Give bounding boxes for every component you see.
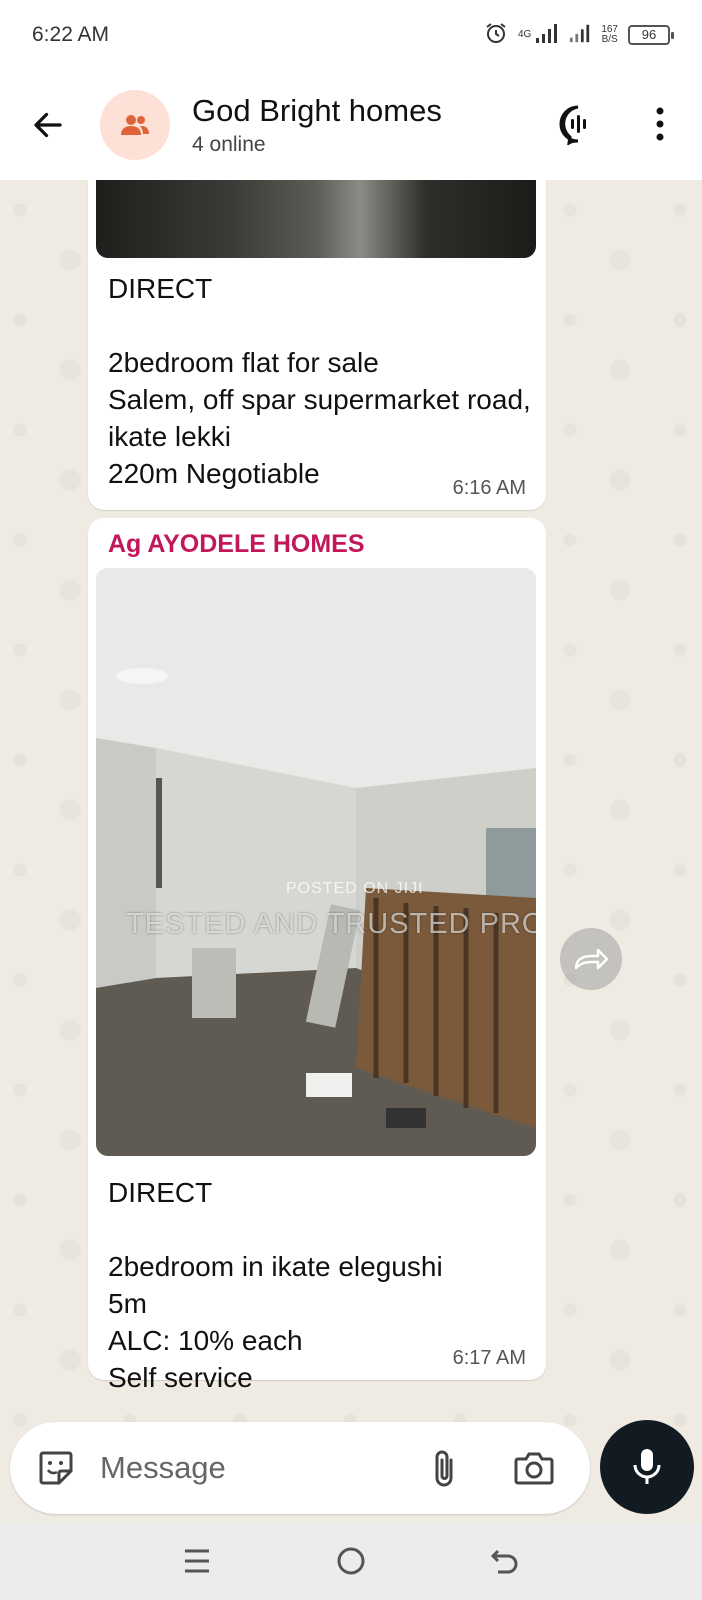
camera-icon <box>514 1452 554 1485</box>
voice-chat-icon <box>559 105 586 145</box>
more-options-button[interactable] <box>640 100 680 148</box>
signal-icon <box>535 22 559 49</box>
message-time: 6:17 AM <box>452 1347 526 1369</box>
group-icon <box>121 115 149 135</box>
voice-record-button[interactable] <box>600 1420 694 1514</box>
chat-title-block[interactable]: God Bright homes 4 online <box>192 93 442 157</box>
group-avatar[interactable] <box>100 90 170 160</box>
nav-back-button[interactable] <box>485 1541 525 1581</box>
message-text: DIRECT 2bedroom in ikate elegushi 5m ALC… <box>108 1177 443 1393</box>
sticker-button[interactable] <box>32 1444 80 1492</box>
paperclip-icon <box>435 1450 453 1487</box>
back-button[interactable] <box>22 99 74 151</box>
message-time: 6:16 AM <box>452 477 526 499</box>
network-type-label: 4G <box>517 29 532 40</box>
message-photo[interactable] <box>96 180 536 258</box>
sender-name[interactable]: Ag AYODELE HOMES <box>108 530 365 559</box>
network-type: 4G <box>518 30 531 40</box>
alarm-icon <box>484 21 508 50</box>
online-count: 4 online <box>192 133 266 156</box>
system-nav-bar <box>0 1522 702 1600</box>
home-circle-icon <box>337 1547 365 1575</box>
attach-button[interactable] <box>420 1444 468 1492</box>
nav-home-button[interactable] <box>331 1541 371 1581</box>
sticker-icon <box>39 1451 73 1485</box>
composer <box>0 1420 702 1520</box>
status-icons: 4G 167 B/S 96 <box>484 21 674 50</box>
message-bubble[interactable]: DIRECT 2bedroom flat for sale Salem, off… <box>88 180 546 510</box>
forward-button[interactable] <box>560 928 622 990</box>
microphone-icon <box>633 1449 661 1484</box>
chat-title: God Bright homes <box>192 93 442 128</box>
menu-icon <box>185 1549 209 1573</box>
chat-messages-area[interactable]: DIRECT 2bedroom flat for sale Salem, off… <box>0 180 702 1522</box>
message-input[interactable] <box>100 1442 400 1494</box>
message-text: DIRECT 2bedroom flat for sale Salem, off… <box>108 273 531 489</box>
speed-unit: B/S <box>601 34 618 45</box>
message-input-box[interactable] <box>10 1422 590 1514</box>
status-bar: 6:22 AM 4G 167 B/S 96 <box>0 0 702 70</box>
photo-watermark-small: POSTED ON JIJI <box>286 880 424 897</box>
message-bubble[interactable]: Ag AYODELE HOMES POSTED ON JIJI TESTED A… <box>88 518 546 1393</box>
message-photo[interactable]: POSTED ON JIJI TESTED AND TRUSTED PROP. <box>96 568 536 1156</box>
photo-watermark-large: TESTED AND TRUSTED PROP. <box>126 908 536 940</box>
nav-back-icon <box>490 1549 518 1574</box>
voice-chat-button[interactable] <box>554 100 602 148</box>
signal-icon-2 <box>569 22 591 49</box>
chat-header: God Bright homes 4 online <box>0 70 702 180</box>
arrow-left-icon <box>34 112 62 138</box>
camera-button[interactable] <box>510 1444 558 1492</box>
more-vertical-icon <box>656 107 664 141</box>
status-time: 6:22 AM <box>32 23 110 46</box>
nav-menu-button[interactable] <box>177 1541 217 1581</box>
battery-indicator: 96 <box>628 25 674 45</box>
network-speed: 167 B/S <box>601 25 618 45</box>
room-photo <box>96 568 536 1156</box>
forward-icon <box>574 948 609 970</box>
